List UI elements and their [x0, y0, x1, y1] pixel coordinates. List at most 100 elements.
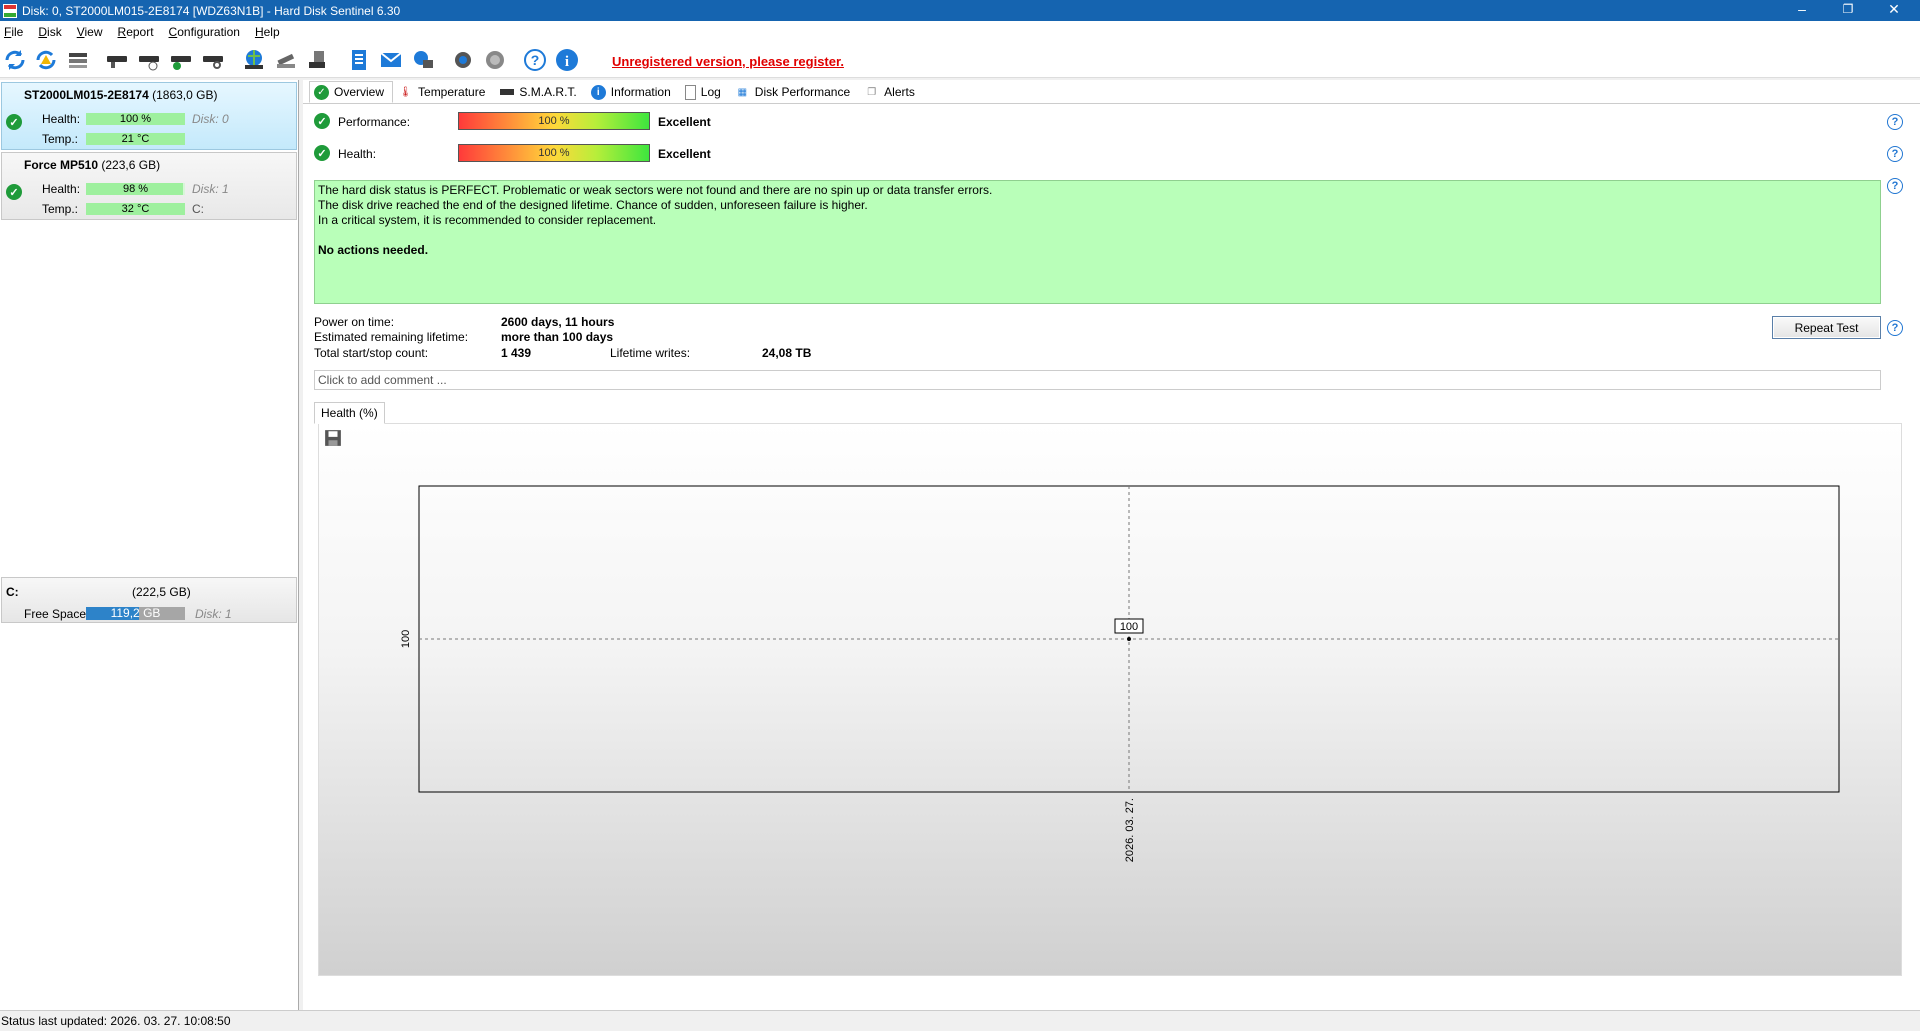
status-line: The disk drive reached the end of the de… — [318, 198, 868, 212]
satellite-icon[interactable] — [273, 47, 299, 73]
help-icon[interactable]: ? — [1887, 320, 1903, 336]
tab-information[interactable]: i Information — [586, 81, 680, 103]
disk-name: Force MP510 (223,6 GB) — [24, 158, 161, 172]
disk-icon — [499, 85, 514, 100]
lifetime-writes-label: Lifetime writes: — [610, 346, 691, 360]
volume-name: C: — [6, 585, 19, 599]
health-bar: 100 % — [86, 113, 185, 125]
disk-index: Disk: 0 — [192, 112, 229, 126]
alerts-icon: ❐ — [867, 86, 877, 98]
disk-index: Disk: 1 — [192, 182, 229, 196]
volume-letter: C: — [192, 202, 204, 216]
tab-alerts[interactable]: ❐ Alerts — [859, 81, 924, 103]
help-icon[interactable]: ? — [1887, 114, 1903, 130]
help-icon[interactable]: ? — [1887, 146, 1903, 162]
tab-health-chart[interactable]: Health (%) — [314, 402, 385, 424]
check-icon: ✓ — [6, 114, 22, 130]
volume-item[interactable]: C: (222,5 GB) Free Space 119,2 GB Disk: … — [1, 577, 297, 623]
details-panel: ✓ Overview 🌡 Temperature S.M.A.R.T. i Infor… — [303, 80, 1920, 1010]
check-icon: ✓ — [6, 184, 22, 200]
status-action: No actions needed. — [318, 243, 429, 257]
health-gauge: 100 % — [458, 144, 650, 162]
log-icon — [684, 84, 696, 100]
disk-search-icon[interactable] — [200, 47, 226, 73]
options-icon[interactable] — [482, 47, 508, 73]
comment-field[interactable]: Click to add comment ... — [314, 370, 1881, 390]
disk-name: ST2000LM015-2E8174 (1863,0 GB) — [24, 88, 218, 102]
maximize-button[interactable]: ❐ — [1825, 0, 1871, 21]
status-description: The hard disk status is PERFECT. Problem… — [314, 180, 1881, 304]
temp-label: Temp.: — [42, 132, 79, 146]
health-rating: Excellent — [658, 147, 711, 161]
refresh-icon[interactable] — [2, 47, 28, 73]
power-on-label: Power on time: — [314, 315, 395, 329]
performance-gauge: 100 % — [458, 112, 650, 130]
health-bar: 98 % — [86, 183, 185, 195]
lifetime-writes-value: 24,08 TB — [762, 346, 812, 360]
help-icon[interactable]: ? — [1887, 178, 1903, 194]
start-stop-value: 1 439 — [501, 346, 532, 360]
minimize-button[interactable]: – — [1779, 0, 1825, 21]
close-button[interactable]: ✕ — [1871, 0, 1917, 21]
tab-log[interactable]: Log — [680, 81, 730, 103]
settings-icon[interactable] — [450, 47, 476, 73]
health-label: Health: — [42, 112, 81, 126]
help-icon[interactable]: ? — [522, 47, 548, 73]
status-bar: Status last updated: 2026. 03. 27. 10:08… — [0, 1010, 1920, 1031]
toolbar: ? i — [0, 42, 1920, 78]
chart-canvas: 100 100 2026. 03. 27. — [400, 485, 1840, 862]
info-icon: i — [590, 84, 606, 100]
remaining-lifetime-label: Estimated remaining lifetime: — [314, 330, 469, 344]
menu-help[interactable]: Help — [255, 25, 280, 39]
window-title: Disk: 0, ST2000LM015-2E8174 [WDZ63N1B] -… — [22, 3, 401, 18]
network-icon[interactable] — [410, 47, 436, 73]
save-icon[interactable] — [324, 429, 342, 447]
refresh-warning-icon[interactable] — [33, 47, 59, 73]
disk-icon[interactable] — [104, 47, 130, 73]
performance-label: Performance: — [338, 115, 411, 129]
health-chart: 100 100 2026. 03. 27. — [318, 423, 1902, 976]
disk-item-1[interactable]: Force MP510 (223,6 GB) ✓ Health: 98 % Di… — [1, 152, 297, 220]
register-link[interactable]: Unregistered version, please register. — [612, 54, 844, 69]
temp-label: Temp.: — [42, 202, 79, 216]
y-tick-label: 100 — [400, 630, 412, 648]
volume-size: (222,5 GB) — [132, 585, 191, 599]
disk-schedule-icon[interactable] — [136, 47, 162, 73]
app-icon — [3, 3, 17, 18]
health-label: Health: — [338, 147, 377, 161]
backup-icon[interactable] — [305, 47, 331, 73]
disk-list-icon[interactable] — [65, 47, 91, 73]
globe-disk-icon[interactable] — [241, 47, 267, 73]
info-icon[interactable]: i — [554, 47, 580, 73]
temp-bar: 32 °C — [86, 203, 185, 215]
menu-disk[interactable]: Disk — [38, 25, 61, 39]
power-on-value: 2600 days, 11 hours — [501, 315, 615, 329]
disk-list-panel: ST2000LM015-2E8174 (1863,0 GB) ✓ Health:… — [0, 80, 299, 1010]
health-label: Health: — [42, 182, 81, 196]
disk-item-0[interactable]: ST2000LM015-2E8174 (1863,0 GB) ✓ Health:… — [1, 82, 297, 150]
free-space-bar: 119,2 GB — [86, 607, 185, 620]
menu-file[interactable]: File — [4, 25, 23, 39]
status-line: The hard disk status is PERFECT. Problem… — [318, 183, 993, 197]
menu-bar: File Disk View Report Configuration Help — [0, 21, 1920, 42]
disk-check-icon[interactable] — [168, 47, 194, 73]
check-icon: ✓ — [314, 113, 330, 129]
tab-overview[interactable]: ✓ Overview — [309, 81, 394, 103]
svg-text:?: ? — [531, 52, 540, 68]
menu-report[interactable]: Report — [118, 25, 154, 39]
chart-icon: ▦ — [737, 86, 748, 98]
tab-disk-performance[interactable]: ▦ Disk Performance — [730, 81, 859, 103]
tab-temperature[interactable]: 🌡 Temperature — [393, 81, 494, 103]
data-label: 100 — [1120, 621, 1138, 633]
report-icon[interactable] — [346, 47, 372, 73]
repeat-test-button[interactable]: Repeat Test — [1772, 316, 1881, 339]
check-icon: ✓ — [314, 84, 329, 100]
check-icon: ✓ — [314, 145, 330, 161]
title-bar: Disk: 0, ST2000LM015-2E8174 [WDZ63N1B] -… — [0, 0, 1920, 21]
performance-rating: Excellent — [658, 115, 711, 129]
menu-view[interactable]: View — [77, 25, 103, 39]
tab-smart[interactable]: S.M.A.R.T. — [494, 81, 585, 103]
menu-configuration[interactable]: Configuration — [169, 25, 240, 39]
status-line: In a critical system, it is recommended … — [318, 213, 657, 227]
email-icon[interactable] — [378, 47, 404, 73]
